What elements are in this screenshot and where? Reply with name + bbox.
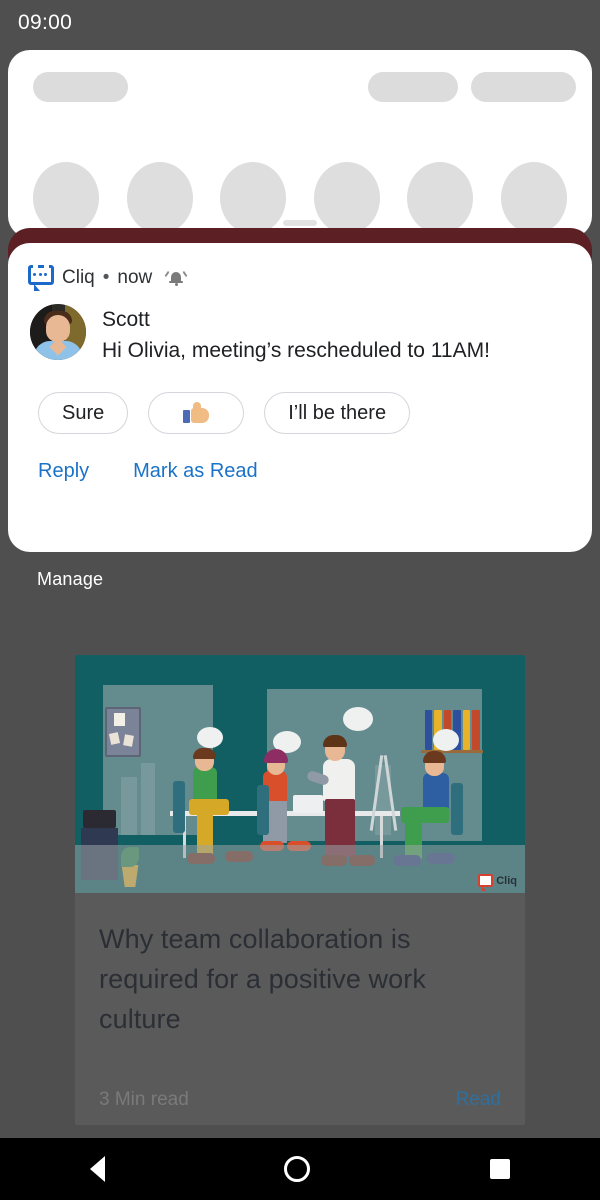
quick-settings-tile[interactable] bbox=[127, 162, 193, 234]
quick-settings-pill-row bbox=[8, 72, 592, 104]
status-bar-clock: 09:00 bbox=[18, 11, 72, 35]
status-bar: 09:00 bbox=[0, 0, 600, 46]
quick-reply-chip-sure[interactable]: Sure bbox=[38, 392, 128, 434]
quick-reply-chip-thumbs-up[interactable] bbox=[148, 392, 244, 434]
notification-time: now bbox=[117, 267, 152, 289]
cliq-chat-icon bbox=[28, 265, 54, 290]
manage-label: Manage bbox=[37, 569, 103, 590]
article-read-link[interactable]: Read bbox=[456, 1089, 501, 1111]
article-body: Why team collaboration is required for a… bbox=[75, 893, 525, 1039]
bell-vibrate-icon bbox=[166, 268, 186, 288]
quick-settings-tile[interactable] bbox=[314, 162, 380, 234]
home-icon[interactable] bbox=[284, 1156, 310, 1182]
article-title: Why team collaboration is required for a… bbox=[99, 919, 501, 1039]
cliq-logo-icon bbox=[478, 874, 493, 887]
back-icon[interactable] bbox=[90, 1156, 105, 1182]
article-read-time: 3 Min read bbox=[99, 1089, 189, 1111]
placeholder-pill[interactable] bbox=[368, 72, 458, 102]
quick-settings-panel[interactable] bbox=[8, 50, 592, 238]
reply-button[interactable]: Reply bbox=[38, 460, 89, 483]
recents-icon[interactable] bbox=[490, 1159, 510, 1179]
article-footer: 3 Min read Read bbox=[75, 1089, 525, 1111]
header-separator: • bbox=[103, 267, 110, 289]
quick-reply-chip-ill-be-there[interactable]: I’ll be there bbox=[264, 392, 410, 434]
placeholder-pill[interactable] bbox=[33, 72, 128, 102]
notification-card[interactable]: Cliq • now Scott Hi Olivia, meeting’s re… bbox=[8, 243, 592, 552]
manage-row[interactable]: Manage bbox=[0, 550, 600, 608]
placeholder-pill[interactable] bbox=[471, 72, 576, 102]
notification-header: Cliq • now bbox=[8, 243, 592, 290]
notification-sender: Scott bbox=[102, 306, 490, 334]
notification-action-row: Reply Mark as Read bbox=[8, 434, 592, 483]
navigation-bar bbox=[0, 1138, 600, 1200]
quick-settings-tile[interactable] bbox=[220, 162, 286, 234]
notification-message-row: Scott Hi Olivia, meeting’s rescheduled t… bbox=[8, 290, 592, 366]
drag-handle[interactable] bbox=[283, 220, 317, 226]
phone-screen: Manage bbox=[0, 0, 600, 1200]
notification-app-name: Cliq bbox=[62, 267, 95, 289]
article-image: Cliq bbox=[75, 655, 525, 893]
avatar bbox=[30, 304, 86, 360]
quick-settings-tile[interactable] bbox=[33, 162, 99, 234]
quick-reply-chip-row: Sure I’ll be there bbox=[8, 366, 592, 434]
cliq-watermark-label: Cliq bbox=[496, 875, 517, 887]
thumbs-up-icon bbox=[183, 402, 209, 424]
notification-body-text: Hi Olivia, meeting’s rescheduled to 11AM… bbox=[102, 336, 490, 366]
mark-as-read-button[interactable]: Mark as Read bbox=[133, 460, 258, 483]
article-card[interactable]: Cliq Why team collaboration is required … bbox=[75, 655, 525, 1125]
quick-settings-tile[interactable] bbox=[407, 162, 473, 234]
cliq-watermark: Cliq bbox=[478, 874, 517, 887]
quick-settings-tile[interactable] bbox=[501, 162, 567, 234]
